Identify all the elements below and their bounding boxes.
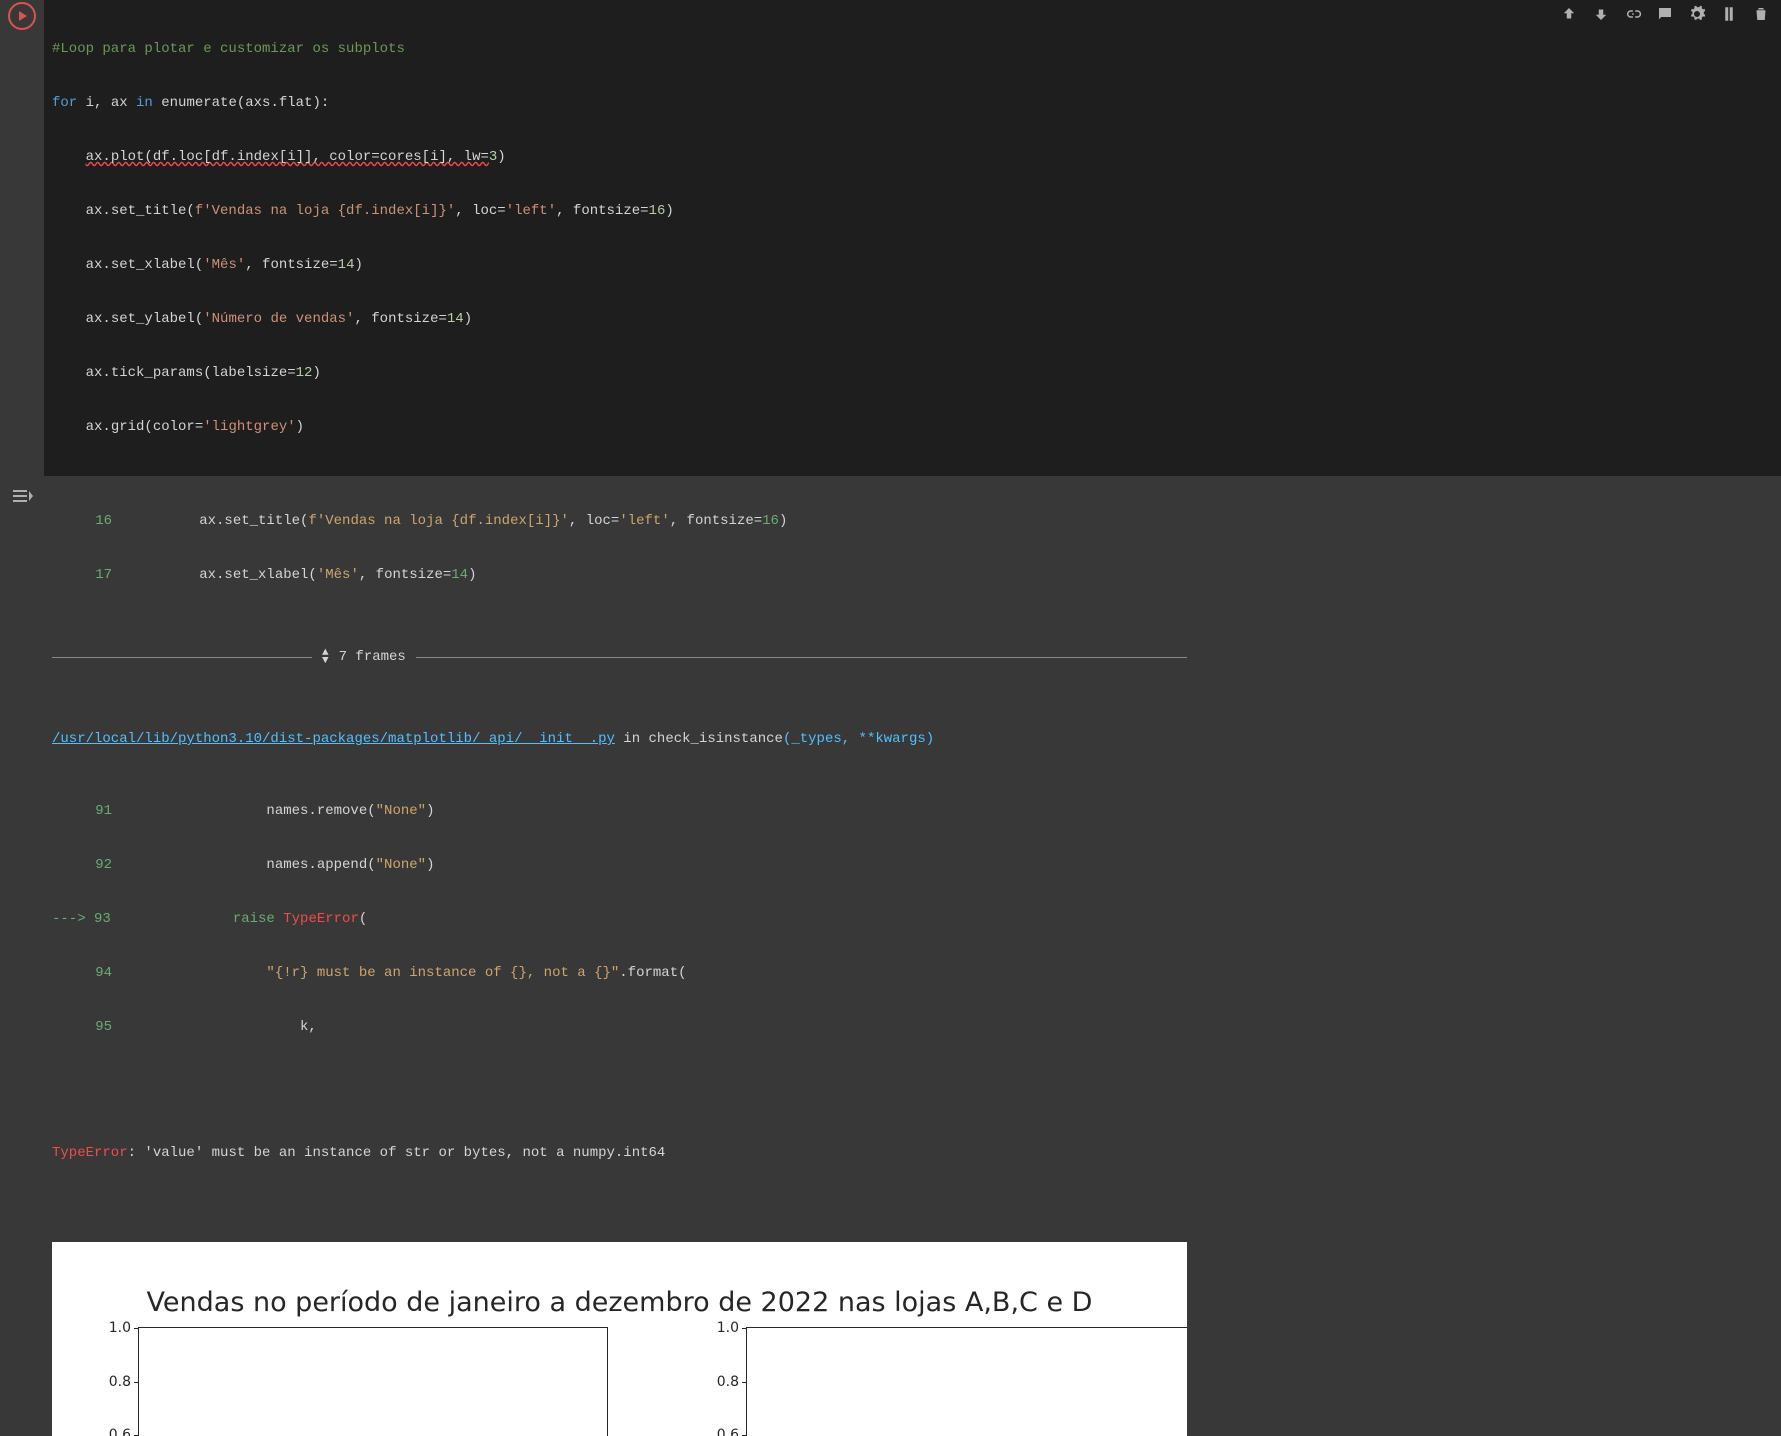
subplot-left: 1.0 0.8 0.6 [138, 1327, 608, 1436]
run-button[interactable] [8, 2, 36, 30]
error-summary: TypeError: 'value' must be an instance o… [52, 1144, 1187, 1162]
expand-frames-icon[interactable]: ▲▼ [322, 649, 329, 665]
traceback-line: ax.set_title(f'Vendas na loja {df.index[… [132, 512, 1187, 530]
ytick: 1.0 [109, 1319, 131, 1337]
code-comment: #Loop para plotar e customizar os subplo… [52, 41, 405, 57]
settings-icon[interactable] [1687, 4, 1707, 24]
move-down-icon[interactable] [1591, 4, 1611, 24]
error-message: : 'value' must be an instance of str or … [128, 1145, 666, 1161]
output-area: 16 ax.set_title(f'Vendas na loja {df.ind… [44, 476, 1195, 1436]
file-link[interactable]: /usr/local/lib/python3.10/dist-packages/… [52, 731, 615, 747]
error-squiggly: ax.plot(df.loc[df.index[i]], color=cores… [86, 149, 489, 165]
traceback-file: /usr/local/lib/python3.10/dist-packages/… [52, 730, 1187, 748]
line-number: 16 [52, 512, 132, 530]
ytick: 0.6 [717, 1426, 739, 1436]
subplot-right: 1.0 0.8 0.6 [746, 1327, 1187, 1436]
move-up-icon[interactable] [1559, 4, 1579, 24]
link-icon[interactable] [1623, 4, 1643, 24]
code-cell: #Loop para plotar e customizar os subplo… [0, 0, 1781, 476]
cell-toolbar [1559, 4, 1771, 24]
ytick: 0.8 [717, 1373, 739, 1391]
error-type: TypeError [52, 1145, 128, 1161]
traceback-line: names.remove("None") [132, 802, 1187, 820]
plot-output: Vendas no período de janeiro a dezembro … [52, 1242, 1187, 1436]
mirror-icon[interactable] [1719, 4, 1739, 24]
arrow-marker: ---> [52, 911, 94, 927]
line-number: 95 [52, 1018, 132, 1036]
line-number: 94 [52, 964, 132, 982]
traceback-line: ax.set_xlabel('Mês', fontsize=14) [132, 566, 1187, 584]
ytick: 0.8 [109, 1373, 131, 1391]
traceback-line: "{!r} must be an instance of {}, not a {… [132, 964, 1187, 982]
code-editor[interactable]: #Loop para plotar e customizar os subplo… [44, 0, 1781, 476]
toggle-output-icon[interactable] [10, 484, 34, 508]
ytick: 0.6 [109, 1426, 131, 1436]
traceback-line: k, [132, 1018, 1187, 1036]
plot-title: Vendas no período de janeiro a dezembro … [52, 1278, 1187, 1318]
frames-count: 7 frames [339, 648, 406, 666]
comment-icon[interactable] [1655, 4, 1675, 24]
traceback-line: names.append("None") [132, 856, 1187, 874]
output-cell: 16 ax.set_title(f'Vendas na loja {df.ind… [0, 476, 1781, 1436]
line-number: 91 [52, 802, 132, 820]
frames-collapsed[interactable]: ▲▼ 7 frames [52, 648, 1187, 666]
line-number: 17 [52, 566, 132, 584]
delete-icon[interactable] [1751, 4, 1771, 24]
line-number: 92 [52, 856, 132, 874]
ytick: 1.0 [717, 1319, 739, 1337]
traceback-line: raise TypeError( [132, 910, 1187, 928]
